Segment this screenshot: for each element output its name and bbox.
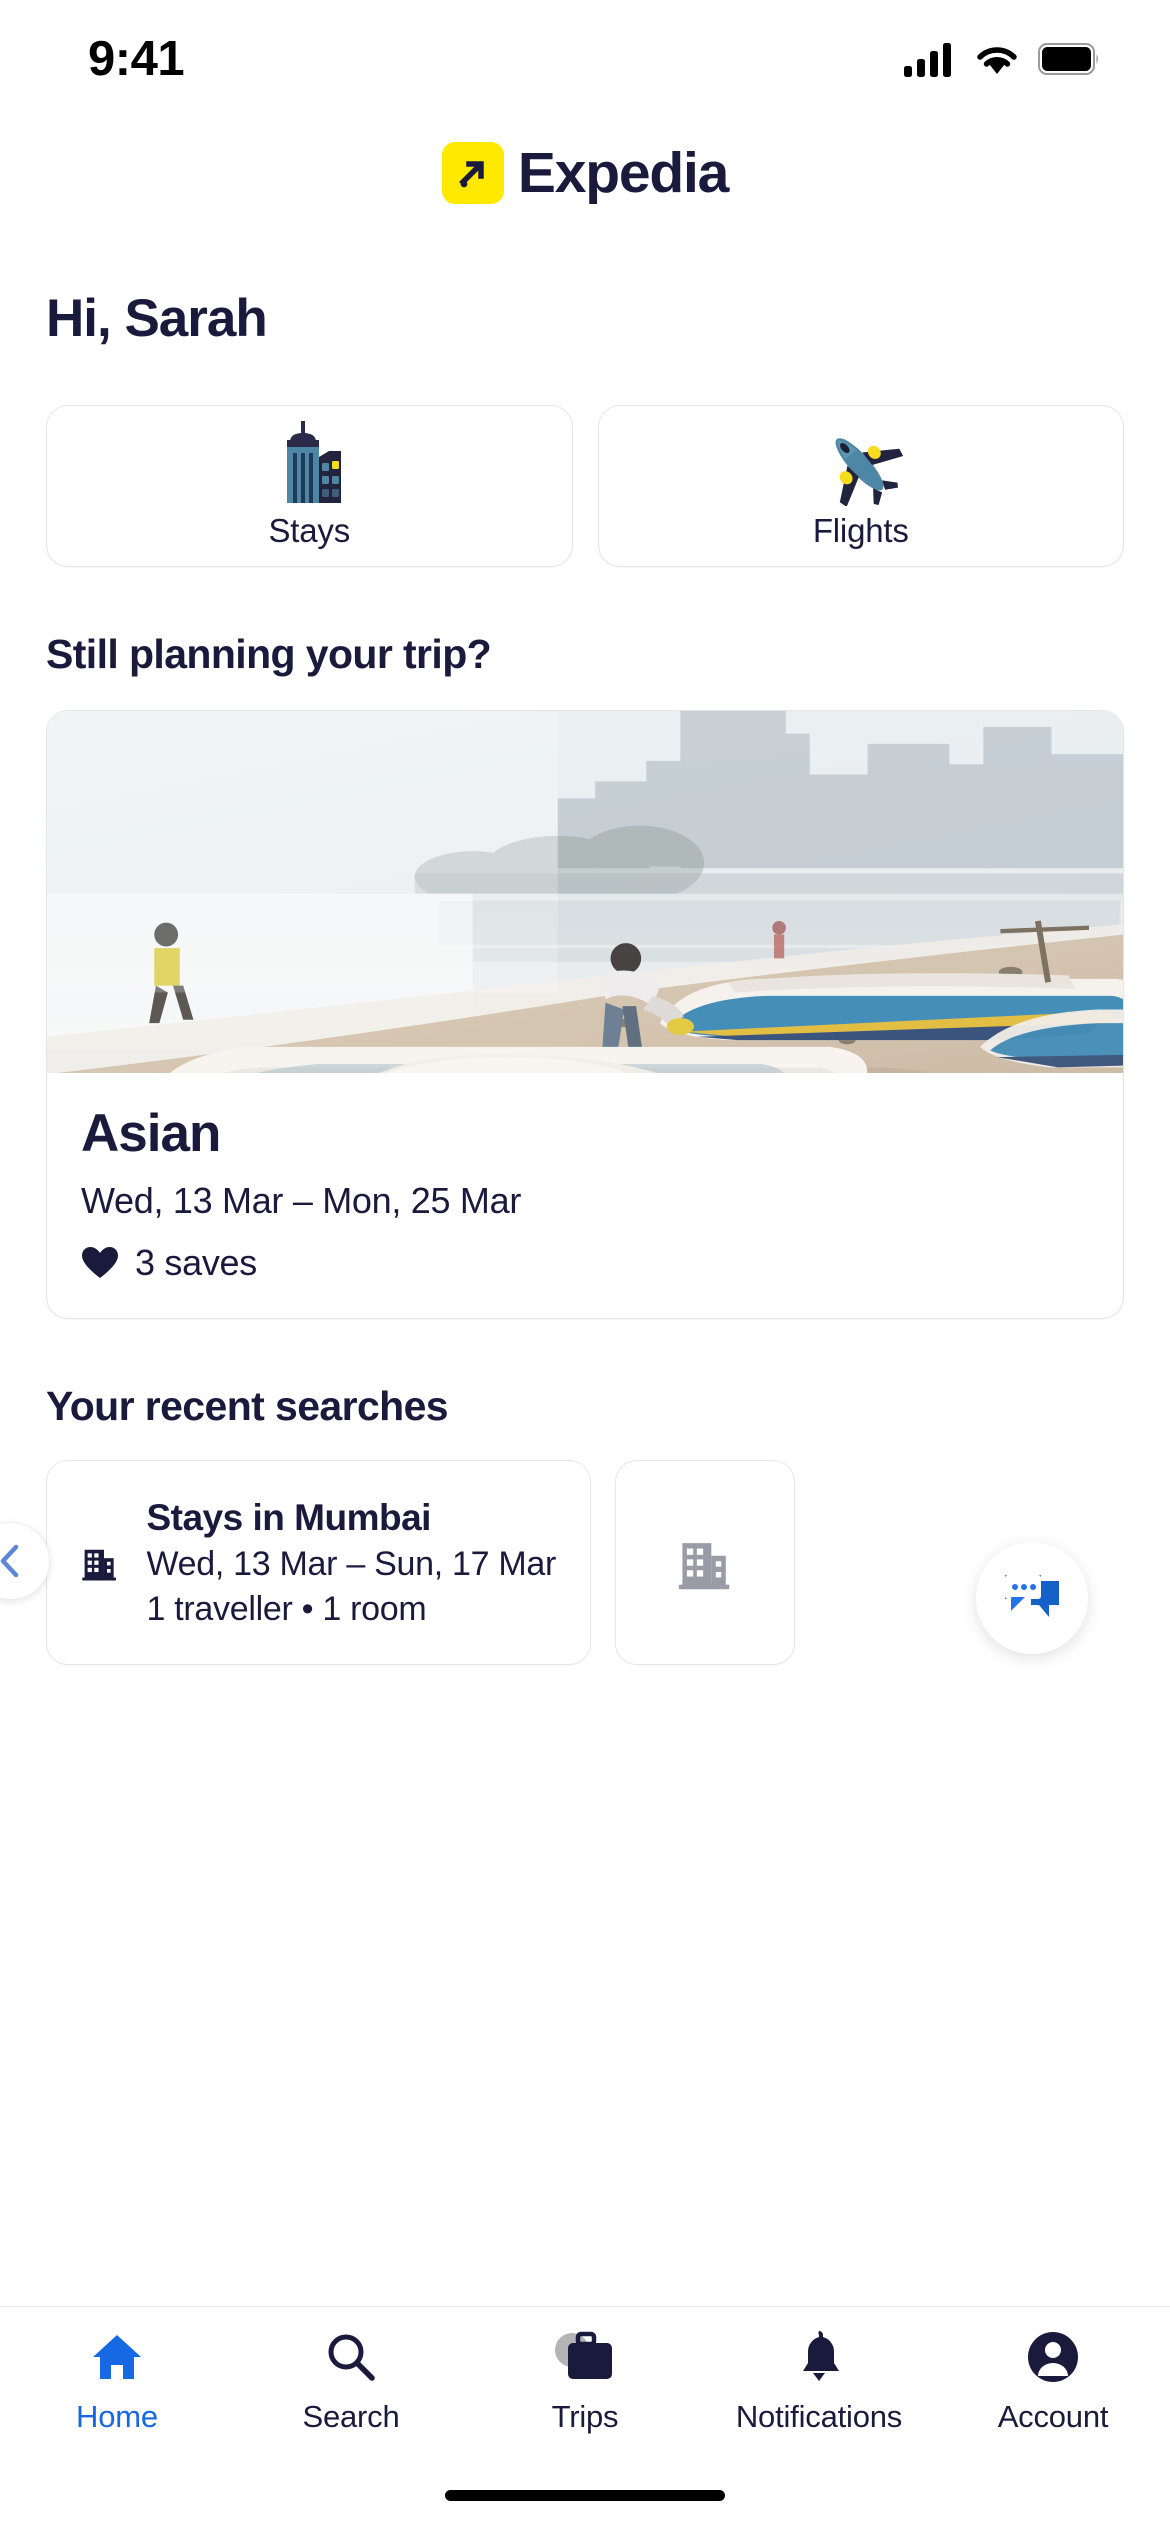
buildings-illustration-icon <box>263 421 355 504</box>
wifi-icon <box>977 47 1017 74</box>
status-bar: 9:41 <box>0 0 1170 118</box>
app-screen: 9:41 Expedia Hi, Sarah Stays Flights Sti… <box>0 0 1170 2532</box>
home-indicator[interactable] <box>445 2490 725 2501</box>
brand-name: Expedia <box>517 141 729 205</box>
tab-home[interactable]: Home <box>0 2329 234 2435</box>
status-indicators <box>904 41 1100 77</box>
tab-search[interactable]: Search <box>234 2329 468 2435</box>
recent-searches-carousel: Stays in Mumbai Wed, 13 Mar – Sun, 17 Ma… <box>0 1460 1170 1690</box>
quick-action-label: Stays <box>268 512 351 549</box>
recent-search-title: Stays in Mumbai <box>146 1496 431 1538</box>
chat-support-button[interactable] <box>976 1542 1088 1654</box>
tab-trips[interactable]: Trips <box>468 2329 702 2435</box>
chevron-left-icon <box>0 1544 19 1578</box>
search-icon <box>325 2329 377 2385</box>
expedia-arrow-logo-icon <box>441 142 504 204</box>
tab-label: Home <box>76 2399 158 2434</box>
suitcase-icon <box>552 2329 618 2385</box>
carousel-prev-button[interactable] <box>0 1522 50 1600</box>
trip-saves: 3 saves <box>81 1242 1089 1284</box>
greeting-text: Hi, Sarah <box>46 289 268 348</box>
heart-filled-icon <box>82 1247 118 1278</box>
tab-account[interactable]: Account <box>936 2329 1170 2435</box>
battery-full-icon <box>1038 43 1098 75</box>
recent-section-title: Your recent searches <box>46 1383 449 1429</box>
recent-search-text: Stays in Mumbai Wed, 13 Mar – Sun, 17 Ma… <box>146 1497 556 1629</box>
trip-saves-count: 3 saves <box>135 1242 257 1283</box>
quick-action-stays[interactable]: Stays <box>46 405 573 567</box>
trip-name: Asian <box>81 1104 221 1163</box>
bell-icon <box>793 2329 845 2385</box>
signal-bars-icon <box>904 43 951 77</box>
trip-card[interactable]: Asian Wed, 13 Mar – Mon, 25 Mar 3 saves <box>46 710 1124 1319</box>
home-icon <box>90 2329 144 2385</box>
recent-search-dates: Wed, 13 Mar – Sun, 17 Mar <box>146 1544 556 1583</box>
quick-action-flights[interactable]: Flights <box>597 405 1124 567</box>
chat-bubble-icon <box>1005 1575 1059 1617</box>
planning-section-title: Still planning your trip? <box>46 631 492 677</box>
person-circle-icon <box>1026 2329 1080 2385</box>
tab-label: Notifications <box>735 2399 903 2434</box>
tab-notifications[interactable]: Notifications <box>702 2329 936 2435</box>
quick-action-label: Flights <box>812 512 909 549</box>
recent-search-card[interactable]: Stays in Mumbai Wed, 13 Mar – Sun, 17 Ma… <box>46 1460 591 1665</box>
tab-label: Search <box>302 2399 400 2434</box>
app-header: Expedia <box>0 118 1170 228</box>
tab-label: Trips <box>551 2399 619 2434</box>
building-icon <box>678 1542 730 1589</box>
recent-search-meta: 1 traveller • 1 room <box>146 1589 427 1628</box>
quick-actions: Stays Flights <box>46 405 1124 567</box>
recent-search-card-next[interactable] <box>615 1460 795 1665</box>
main-content: Hi, Sarah Stays Flights Still planning y… <box>0 228 1170 2306</box>
tab-label: Account <box>997 2399 1109 2434</box>
trip-dates: Wed, 13 Mar – Mon, 25 Mar <box>81 1180 522 1221</box>
home-indicator-area <box>0 2478 1170 2532</box>
trip-photo <box>47 711 1123 1073</box>
trip-details: Asian Wed, 13 Mar – Mon, 25 Mar 3 saves <box>47 1073 1123 1318</box>
recent-searches-track: Stays in Mumbai Wed, 13 Mar – Sun, 17 Ma… <box>46 1460 795 1665</box>
bottom-navigation: Home Search Trips Notifications Account <box>0 2306 1170 2478</box>
status-time: 9:41 <box>88 32 185 86</box>
building-icon <box>82 1549 117 1581</box>
airplane-illustration-icon <box>813 422 909 506</box>
